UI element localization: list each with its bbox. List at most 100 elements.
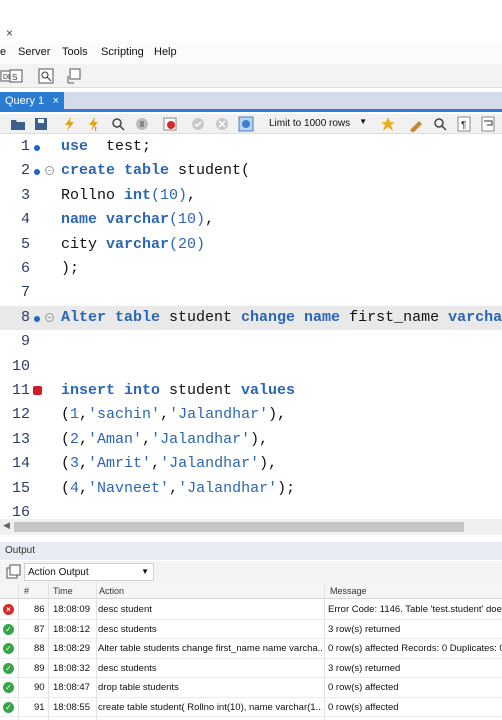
toggle-error-icon[interactable] <box>162 116 178 132</box>
output-row[interactable]: ✓ 90 18:08:47 drop table students 0 row(s) a… <box>0 678 502 698</box>
col-action[interactable]: Action <box>99 586 124 596</box>
editor-line[interactable]: 15 (4,'Navneet','Jalandhar'); <box>0 477 502 501</box>
rollback-icon[interactable] <box>214 116 230 132</box>
editor-line[interactable]: 4 name varchar(10), <box>0 208 502 232</box>
row-message: Error Code: 1146. Table 'test.student' d… <box>328 604 502 615</box>
line-number: 14 <box>11 455 30 473</box>
code-text: city varchar(20) <box>61 235 206 253</box>
editor-line[interactable]: 11 insert into student values <box>0 379 502 403</box>
row-message: 3 row(s) returned <box>328 623 401 635</box>
editor-line[interactable]: 10 <box>0 355 502 379</box>
line-number: 9 <box>20 333 30 351</box>
editor-line[interactable]: 7 <box>0 281 502 305</box>
editor-toolbar: I Limit to 1000 rows ▼ ¶ <box>0 114 502 134</box>
row-number: 89 <box>34 662 45 674</box>
table-data-icon[interactable] <box>66 68 82 84</box>
scroll-left-icon[interactable]: ◀ <box>3 520 10 531</box>
tab-query-1[interactable]: Query 1 × <box>0 92 64 112</box>
copy-icon[interactable] <box>5 564 21 580</box>
title-bar: × <box>0 0 502 42</box>
row-number: 86 <box>34 604 45 615</box>
beautify-icon[interactable] <box>408 116 424 132</box>
row-action: drop table students <box>98 682 179 693</box>
row-message: 0 row(s) affected Records: 0 Duplicates:… <box>328 643 502 654</box>
output-row[interactable]: ✓ 87 18:08:12 desc students 3 row(s) returne… <box>0 620 502 639</box>
find-icon[interactable] <box>432 116 448 132</box>
menu-scripting[interactable]: Scripting <box>101 46 144 58</box>
editor-line[interactable]: 13 (2,'Aman','Jalandhar'), <box>0 428 502 452</box>
row-action: Alter table students change first_name n… <box>98 643 322 654</box>
editor-line[interactable]: 6); <box>0 257 502 281</box>
bookmark-star-icon[interactable] <box>380 116 396 132</box>
autocommit-icon[interactable] <box>238 116 254 132</box>
row-message: 0 row(s) affected <box>328 682 399 693</box>
editor-line[interactable]: 14 (3,'Amrit','Jalandhar'), <box>0 452 502 476</box>
row-action: desc students <box>98 623 157 635</box>
statement-marker-icon <box>34 169 40 176</box>
tab-label: Query 1 <box>5 95 45 107</box>
commit-icon[interactable] <box>190 116 206 132</box>
editor-line[interactable]: 5 city varchar(20) <box>0 233 502 257</box>
row-action: create table student( Rollno int(10), na… <box>98 701 322 713</box>
line-number: 4 <box>20 211 30 229</box>
editor-line[interactable]: 16 <box>0 501 502 519</box>
menu-server[interactable]: Server <box>18 46 50 58</box>
editor-line[interactable]: 12 (1,'sachin','Jalandhar'), <box>0 403 502 427</box>
explain-icon[interactable] <box>110 116 126 132</box>
scrollbar-thumb[interactable] <box>14 522 464 532</box>
col-time[interactable]: Time <box>53 586 73 596</box>
output-type-select[interactable]: Action Output ▼ <box>24 563 154 581</box>
execute-current-icon[interactable]: I <box>86 116 102 132</box>
menu-help[interactable]: Help <box>154 46 177 58</box>
success-status-icon: ✓ <box>3 682 14 693</box>
menu-bar: e Server Tools Scripting Help <box>0 42 502 64</box>
inspector-icon[interactable] <box>38 68 54 84</box>
limit-rows-select[interactable]: Limit to 1000 rows ▼ <box>264 114 374 132</box>
row-time: 18:08:09 <box>53 604 90 615</box>
invisible-chars-icon[interactable]: ¶ <box>456 116 472 132</box>
syntax-error-icon[interactable] <box>33 386 42 395</box>
grid-header: # Time Action Message <box>0 583 502 599</box>
output-title: Output <box>5 545 36 556</box>
stop-icon[interactable] <box>134 116 150 132</box>
success-status-icon: ✓ <box>3 662 14 674</box>
output-toolbar: Action Output ▼ <box>0 561 502 583</box>
editor-line[interactable]: 3 Rollno int(10), <box>0 184 502 208</box>
output-row[interactable]: ✓ 88 18:08:29 Alter table students change f… <box>0 639 502 659</box>
save-icon[interactable] <box>33 116 49 132</box>
row-message: 3 row(s) returned <box>328 662 401 674</box>
row-time: 18:08:32 <box>53 662 90 674</box>
fold-toggle-icon[interactable]: − <box>45 166 54 176</box>
error-status-icon: × <box>3 604 14 615</box>
output-row[interactable]: ✓ 89 18:08:32 desc students 3 row(s) returne… <box>0 659 502 678</box>
line-number: 7 <box>20 284 30 302</box>
horizontal-scrollbar[interactable]: ◀ <box>0 519 502 535</box>
sql-editor[interactable]: 1 use test; 2− create table student(3 Rollno… <box>0 135 502 519</box>
editor-line[interactable]: 1 use test; <box>0 135 502 159</box>
close-icon[interactable]: × <box>6 26 13 40</box>
tab-close-icon[interactable]: × <box>53 95 59 107</box>
editor-line[interactable]: 2 − create table student( <box>0 159 502 183</box>
query-tab-strip: Query 1 × <box>0 92 502 112</box>
code-text: insert into student values <box>61 382 296 399</box>
line-number: 5 <box>20 235 30 253</box>
new-schema-icon[interactable]: S <box>8 68 24 84</box>
open-file-icon[interactable] <box>10 116 26 132</box>
row-time: 18:08:12 <box>53 623 90 635</box>
output-row[interactable]: × 86 18:08:09 desc student Error Code: 1146.… <box>0 600 502 620</box>
execute-icon[interactable] <box>62 116 78 132</box>
code-text: Rollno int(10), <box>61 186 197 204</box>
editor-line[interactable]: 8 − Alter table student change name first_… <box>0 305 502 330</box>
menu-edit[interactable]: e <box>0 46 6 58</box>
output-panel-header: Output <box>0 542 502 560</box>
col-number[interactable]: # <box>24 586 29 596</box>
row-action: desc students <box>98 662 157 674</box>
row-time: 18:08:55 <box>53 701 90 713</box>
col-message[interactable]: Message <box>330 586 367 596</box>
fold-toggle-icon[interactable]: − <box>45 312 54 322</box>
wrap-lines-icon[interactable] <box>480 116 496 132</box>
line-number: 2 <box>20 162 30 180</box>
output-row[interactable]: ✓ 91 18:08:55 create table student( Rollno … <box>0 698 502 717</box>
editor-line[interactable]: 9 <box>0 330 502 354</box>
menu-tools[interactable]: Tools <box>62 46 88 58</box>
